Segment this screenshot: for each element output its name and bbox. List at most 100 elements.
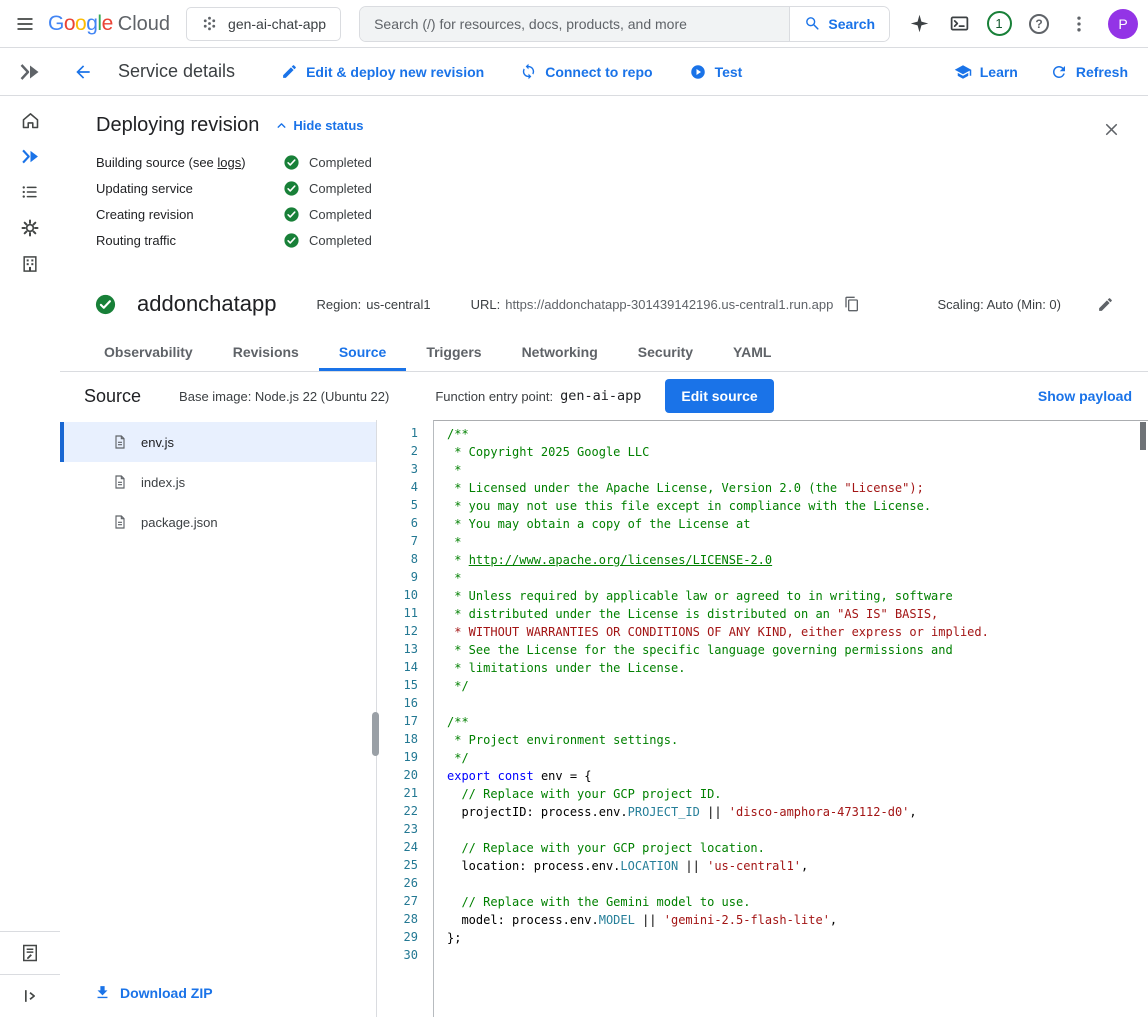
google-cloud-logo: Google Cloud xyxy=(48,12,170,36)
tab-revisions[interactable]: Revisions xyxy=(213,333,319,371)
learn-button[interactable]: Learn xyxy=(954,63,1018,81)
back-arrow-icon[interactable] xyxy=(64,53,102,91)
code-line: * See the License for the specific langu… xyxy=(447,641,1148,659)
logs-link[interactable]: logs xyxy=(217,155,241,170)
service-url-link[interactable]: https://addonchatapp-301439142196.us-cen… xyxy=(505,297,833,312)
overflow-menu-icon[interactable] xyxy=(1060,5,1098,43)
test-button[interactable]: Test xyxy=(689,63,743,81)
check-circle-icon xyxy=(283,180,300,197)
file-item-index-js[interactable]: index.js xyxy=(60,462,376,502)
service-name: addonchatapp xyxy=(137,291,276,317)
file-item-package-json[interactable]: package.json xyxy=(60,502,376,542)
play-circle-icon xyxy=(689,63,707,81)
top-app-bar: Google Cloud gen-ai-chat-app Search 1 ? xyxy=(0,0,1148,48)
code-editor[interactable]: 1234567891011121314151617181920212223242… xyxy=(377,420,1148,1017)
tab-yaml[interactable]: YAML xyxy=(713,333,791,371)
line-number: 16 xyxy=(377,694,418,712)
file-icon xyxy=(112,434,128,450)
line-number: 9 xyxy=(377,568,418,586)
code-line: * Licensed under the Apache License, Ver… xyxy=(447,479,1148,497)
editor-scrollbar-thumb[interactable] xyxy=(1140,422,1146,450)
service-url-group: URL: https://addonchatapp-301439142196.u… xyxy=(471,296,861,312)
show-payload-link[interactable]: Show payload xyxy=(1038,388,1132,404)
help-icon[interactable]: ? xyxy=(1020,5,1058,43)
source-title: Source xyxy=(84,386,141,407)
search-input[interactable] xyxy=(360,7,789,41)
school-icon xyxy=(954,63,972,81)
project-name: gen-ai-chat-app xyxy=(228,16,326,32)
copy-url-icon[interactable] xyxy=(844,296,860,312)
line-number: 2 xyxy=(377,442,418,460)
code-line: * xyxy=(447,569,1148,587)
code-line: * distributed under the License is distr… xyxy=(447,605,1148,623)
free-trial-badge[interactable]: 1 xyxy=(980,5,1018,43)
line-number-gutter: 1234567891011121314151617181920212223242… xyxy=(377,420,433,1017)
line-number: 13 xyxy=(377,640,418,658)
code-content[interactable]: /** * Copyright 2025 Google LLC * * Lice… xyxy=(433,420,1148,1017)
service-header: addonchatapp Region: us-central1 URL: ht… xyxy=(60,265,1148,317)
edit-source-button[interactable]: Edit source xyxy=(665,379,773,413)
edit-deploy-button[interactable]: Edit & deploy new revision xyxy=(281,63,484,80)
source-split: env.js index.js package.json xyxy=(60,420,1148,1017)
status-row-routing: Routing traffic Completed xyxy=(96,227,1124,253)
refresh-icon xyxy=(1050,63,1068,81)
nav-settings-gear-icon[interactable] xyxy=(6,210,54,246)
entry-point-value: gen-ai-app xyxy=(560,388,641,404)
edit-scaling-icon[interactable] xyxy=(1097,296,1114,313)
cloud-shell-icon[interactable] xyxy=(940,5,978,43)
collapse-panel-icon[interactable] xyxy=(0,974,60,1017)
nav-jobs-list-icon[interactable] xyxy=(6,174,54,210)
panel-scrollbar-thumb[interactable] xyxy=(372,712,379,756)
release-notes-icon[interactable] xyxy=(0,931,60,974)
line-number: 30 xyxy=(377,946,418,964)
project-icon xyxy=(201,15,218,32)
refresh-button[interactable]: Refresh xyxy=(1050,63,1128,81)
line-number: 23 xyxy=(377,820,418,838)
service-region: Region: us-central1 xyxy=(316,297,430,312)
tab-security[interactable]: Security xyxy=(618,333,713,371)
line-number: 6 xyxy=(377,514,418,532)
code-line xyxy=(447,947,1148,965)
line-number: 8 xyxy=(377,550,418,568)
search-button[interactable]: Search xyxy=(789,7,889,41)
line-number: 1 xyxy=(377,424,418,442)
download-zip-link[interactable]: Download ZIP xyxy=(94,984,213,1001)
download-icon xyxy=(94,984,111,1001)
check-circle-icon xyxy=(283,232,300,249)
line-number: 26 xyxy=(377,874,418,892)
line-number: 21 xyxy=(377,784,418,802)
code-line xyxy=(447,695,1148,713)
tab-source[interactable]: Source xyxy=(319,333,406,371)
file-icon xyxy=(112,474,128,490)
code-line xyxy=(447,821,1148,839)
nav-home-icon[interactable] xyxy=(6,102,54,138)
tab-networking[interactable]: Networking xyxy=(502,333,618,371)
code-line: // Replace with your GCP project locatio… xyxy=(447,839,1148,857)
deploying-revision-panel: Deploying revision Hide status Building … xyxy=(60,96,1148,265)
pencil-icon xyxy=(281,63,298,80)
service-action-bar: Service details Edit & deploy new revisi… xyxy=(0,48,1148,96)
service-status-check-icon xyxy=(94,293,117,316)
connect-to-repo-button[interactable]: Connect to repo xyxy=(520,63,652,80)
nav-cloud-run-icon[interactable] xyxy=(6,138,54,174)
file-item-env-js[interactable]: env.js xyxy=(60,422,376,462)
tab-triggers[interactable]: Triggers xyxy=(406,333,501,371)
hamburger-menu-icon[interactable] xyxy=(6,5,44,43)
project-selector[interactable]: gen-ai-chat-app xyxy=(186,7,341,41)
line-number: 7 xyxy=(377,532,418,550)
status-row-creating: Creating revision Completed xyxy=(96,201,1124,227)
line-number: 20 xyxy=(377,766,418,784)
line-number: 19 xyxy=(377,748,418,766)
code-line: * Unless required by applicable law or a… xyxy=(447,587,1148,605)
hide-status-toggle[interactable]: Hide status xyxy=(275,118,363,133)
close-icon[interactable] xyxy=(1092,110,1130,148)
code-line: * xyxy=(447,461,1148,479)
line-number: 10 xyxy=(377,586,418,604)
gemini-icon[interactable] xyxy=(900,5,938,43)
tab-observability[interactable]: Observability xyxy=(84,333,213,371)
avatar[interactable]: P xyxy=(1108,9,1138,39)
line-number: 3 xyxy=(377,460,418,478)
code-line: */ xyxy=(447,749,1148,767)
search-icon xyxy=(804,15,821,32)
nav-domains-icon[interactable] xyxy=(6,246,54,282)
